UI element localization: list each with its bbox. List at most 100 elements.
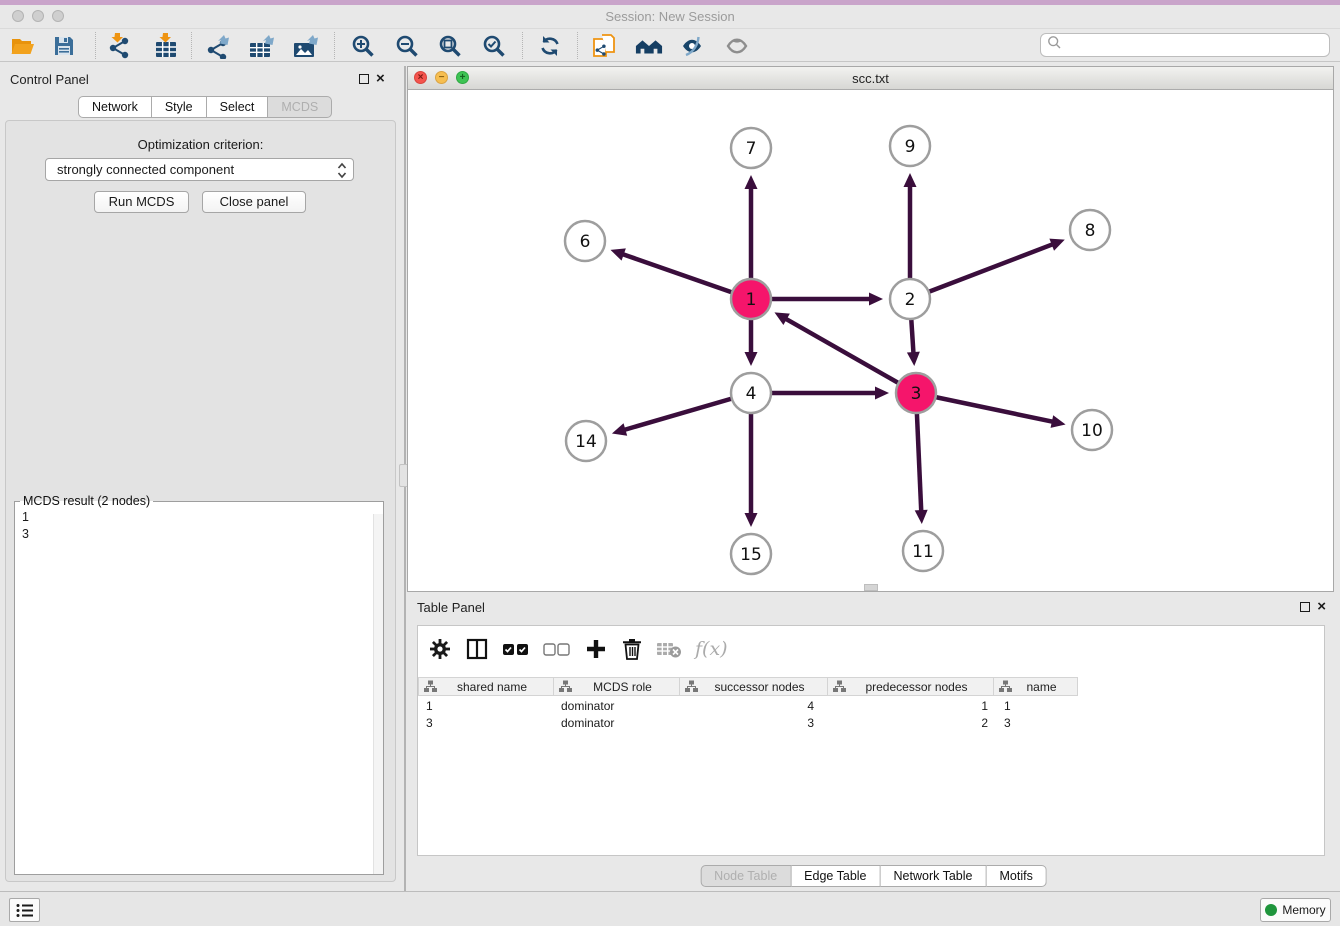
- toolbar-separator: [522, 32, 523, 59]
- show-columns-icon[interactable]: [465, 637, 489, 661]
- edge-arrow-4-3: [875, 387, 889, 400]
- network-canvas[interactable]: 7968124314101511: [408, 90, 1333, 591]
- clone-network-icon[interactable]: [591, 32, 619, 60]
- edge-arrow-2-9: [904, 173, 917, 187]
- cell-shared-name[interactable]: 1: [418, 698, 554, 715]
- run-mcds-button[interactable]: Run MCDS: [94, 191, 189, 213]
- export-image-icon[interactable]: [292, 32, 320, 60]
- column-type-icon: [685, 680, 698, 693]
- table-tabs: Node TableEdge TableNetwork TableMotifs: [700, 865, 1047, 887]
- cell-successor-nodes[interactable]: 3: [680, 715, 828, 732]
- column-type-icon: [559, 680, 572, 693]
- zoom-in-icon[interactable]: [349, 32, 377, 60]
- tab-style[interactable]: Style: [152, 96, 207, 118]
- settings-icon[interactable]: [428, 637, 452, 661]
- network-window-titlebar: × − + scc.txt: [408, 67, 1333, 90]
- cell-shared-name[interactable]: 3: [418, 715, 554, 732]
- edge-arrow-3-11: [915, 510, 928, 524]
- graph-node-label-6: 6: [580, 232, 591, 252]
- close-table-panel-icon[interactable]: ×: [1317, 602, 1326, 612]
- graph-node-label-14: 14: [575, 432, 597, 452]
- optimization-criterion-label: Optimization criterion:: [5, 137, 396, 152]
- select-all-icon[interactable]: [502, 642, 530, 656]
- close-panel-button[interactable]: Close panel: [202, 191, 306, 213]
- cell-name[interactable]: 1: [994, 698, 1078, 715]
- column-header-MCDS-role[interactable]: MCDS role: [554, 677, 680, 696]
- cell-MCDS-role[interactable]: dominator: [554, 698, 680, 715]
- import-network-icon[interactable]: [105, 32, 133, 60]
- cell-name[interactable]: 3: [994, 715, 1078, 732]
- memory-status-icon: [1265, 904, 1277, 916]
- memory-button[interactable]: Memory: [1260, 898, 1331, 922]
- zoom-selected-icon[interactable]: [480, 32, 508, 60]
- window-titlebar: Session: New Session: [0, 5, 1340, 28]
- column-type-icon: [999, 680, 1012, 693]
- table-tab-edge-table[interactable]: Edge Table: [791, 865, 880, 887]
- mcds-result-box: MCDS result (2 nodes) 13: [14, 494, 384, 875]
- table-tab-motifs[interactable]: Motifs: [986, 865, 1046, 887]
- cell-predecessor-nodes[interactable]: 2: [828, 715, 994, 732]
- edge-2-8[interactable]: [910, 244, 1054, 299]
- export-network-icon[interactable]: [205, 32, 233, 60]
- column-header-predecessor-nodes[interactable]: predecessor nodes: [828, 677, 994, 696]
- table-tab-node-table[interactable]: Node Table: [700, 865, 791, 887]
- open-session-icon[interactable]: [9, 32, 37, 60]
- tab-mcds[interactable]: MCDS: [268, 96, 332, 118]
- search-input[interactable]: [1062, 38, 1329, 53]
- cell-successor-nodes[interactable]: 4: [680, 698, 828, 715]
- table-row-1[interactable]: 1dominator411: [418, 698, 1078, 715]
- toolbar-separator: [577, 32, 578, 59]
- main-toolbar: [0, 28, 1340, 62]
- column-header-successor-nodes[interactable]: successor nodes: [680, 677, 828, 696]
- zoom-out-icon[interactable]: [393, 32, 421, 60]
- memory-label: Memory: [1282, 903, 1325, 917]
- add-row-icon[interactable]: [584, 637, 608, 661]
- result-scrollbar[interactable]: [373, 514, 383, 874]
- cell-predecessor-nodes[interactable]: 1: [828, 698, 994, 715]
- delete-table-icon: [656, 639, 682, 659]
- search-box[interactable]: [1040, 33, 1330, 57]
- mcds-result-title: MCDS result (2 nodes): [20, 494, 153, 508]
- network-resize-handle[interactable]: [864, 584, 878, 591]
- table-row-3[interactable]: 3dominator323: [418, 715, 1078, 732]
- control-panel-tabs: NetworkStyleSelectMCDS: [78, 96, 332, 118]
- zoom-fit-icon[interactable]: [436, 32, 464, 60]
- criterion-dropdown[interactable]: strongly connected component: [45, 158, 354, 181]
- show-all-networks-icon[interactable]: [635, 32, 663, 60]
- cell-MCDS-role[interactable]: dominator: [554, 715, 680, 732]
- birds-eye-view-icon[interactable]: [724, 32, 752, 60]
- mcds-result-item[interactable]: 3: [22, 526, 383, 543]
- graph-node-label-4: 4: [746, 384, 757, 404]
- table-tab-network-table[interactable]: Network Table: [881, 865, 987, 887]
- mcds-result-item[interactable]: 1: [22, 509, 383, 526]
- toolbar-separator: [334, 32, 335, 59]
- toolbar-separator: [95, 32, 96, 59]
- toolbar-separator: [191, 32, 192, 59]
- float-table-panel-icon[interactable]: [1300, 602, 1310, 612]
- column-header-name[interactable]: name: [994, 677, 1078, 696]
- mcds-result-list[interactable]: 13: [15, 508, 383, 542]
- export-table-icon[interactable]: [248, 32, 276, 60]
- column-header-shared-name[interactable]: shared name: [418, 677, 554, 696]
- graph-node-label-2: 2: [905, 290, 916, 310]
- control-panel-title: Control Panel: [10, 72, 89, 87]
- tab-select[interactable]: Select: [207, 96, 269, 118]
- edge-arrow-4-14: [612, 423, 627, 435]
- edge-3-1[interactable]: [785, 318, 916, 393]
- import-table-icon[interactable]: [152, 32, 180, 60]
- edge-arrow-1-4: [745, 352, 758, 366]
- save-session-icon[interactable]: [50, 32, 78, 60]
- hide-graphics-details-icon[interactable]: [679, 32, 707, 60]
- function-builder-icon: f(x): [695, 638, 728, 660]
- close-panel-icon[interactable]: ×: [376, 74, 385, 84]
- edge-arrow-1-2: [869, 293, 883, 306]
- graph-node-label-10: 10: [1081, 421, 1103, 441]
- float-panel-icon[interactable]: [359, 74, 369, 84]
- deselect-all-icon[interactable]: [543, 642, 571, 656]
- delete-row-icon[interactable]: [621, 637, 643, 661]
- edge-arrow-3-10: [1051, 415, 1066, 428]
- refresh-layout-icon[interactable]: [536, 32, 564, 60]
- status-bar: Memory: [0, 891, 1340, 926]
- tab-network[interactable]: Network: [78, 96, 152, 118]
- task-history-button[interactable]: [9, 898, 40, 922]
